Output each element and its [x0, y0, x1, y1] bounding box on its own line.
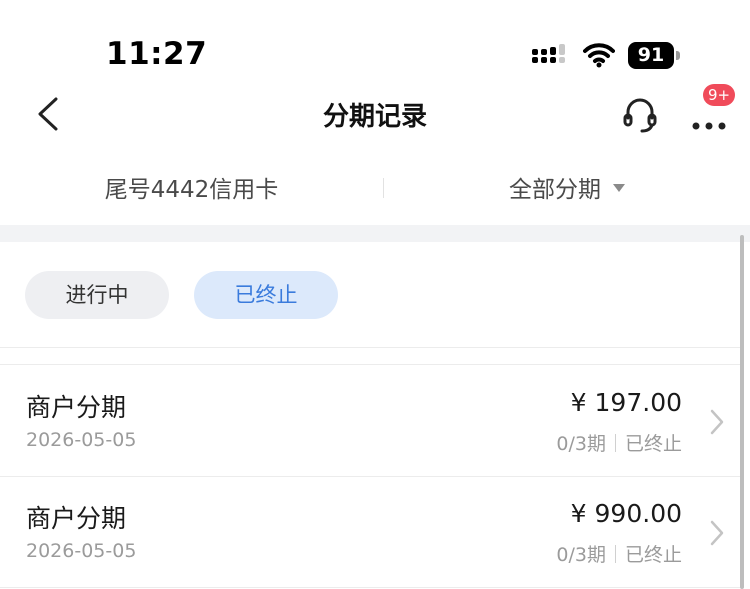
meta-divider: [614, 433, 616, 452]
filter-bar: 尾号4442信用卡 全部分期: [0, 156, 750, 218]
record-title: 商户分期: [26, 504, 127, 533]
record-date: 2026-05-05: [26, 540, 137, 562]
installment-type-selector[interactable]: 全部分期: [384, 156, 750, 218]
chevron-right-icon: [710, 409, 724, 435]
record-title: 商户分期: [26, 393, 127, 422]
card-selector-label: 尾号4442信用卡: [104, 177, 279, 203]
record-status: 已终止: [624, 433, 682, 455]
notification-badge: 9+: [703, 84, 735, 106]
list-top-separator: [0, 364, 740, 365]
record-periods: 0/3期: [556, 433, 606, 455]
battery-cap: [676, 51, 680, 60]
battery-level: 91: [628, 42, 674, 69]
scrollbar[interactable]: [740, 235, 744, 589]
navigation-bar: 分期记录: [0, 80, 750, 150]
record-periods: 0/3期: [556, 544, 606, 566]
installment-record-row[interactable]: 商户分期 2026-05-05 ¥ 990.00 0/3期 已终止: [0, 477, 740, 587]
battery-icon: 91: [628, 42, 682, 69]
section-divider: [0, 225, 750, 242]
record-status: 已终止: [624, 544, 682, 566]
record-amount: ¥ 990.00: [570, 499, 682, 528]
cellular-signal-icon: [532, 44, 565, 63]
installment-type-label: 全部分期: [509, 177, 601, 203]
tab-in-progress-label: 进行中: [65, 283, 129, 307]
tab-terminated[interactable]: 已终止: [194, 271, 338, 319]
record-meta: 0/3期 已终止: [556, 540, 682, 567]
tabs-separator: [0, 347, 740, 348]
tab-in-progress[interactable]: 进行中: [25, 271, 169, 319]
meta-divider: [614, 544, 616, 563]
record-amount: ¥ 197.00: [570, 388, 682, 417]
tab-terminated-label: 已终止: [234, 283, 298, 307]
row-separator: [0, 587, 740, 588]
record-date: 2026-05-05: [26, 429, 137, 451]
card-selector[interactable]: 尾号4442信用卡: [0, 156, 383, 218]
record-meta: 0/3期 已终止: [556, 429, 682, 456]
caret-down-icon: [613, 184, 625, 192]
customer-service-headset-icon[interactable]: [620, 94, 660, 134]
chevron-right-icon: [710, 520, 724, 546]
status-time: 11:27: [106, 36, 208, 72]
installment-record-row[interactable]: 商户分期 2026-05-05 ¥ 197.00 0/3期 已终止: [0, 366, 740, 476]
wifi-icon: [583, 43, 615, 68]
